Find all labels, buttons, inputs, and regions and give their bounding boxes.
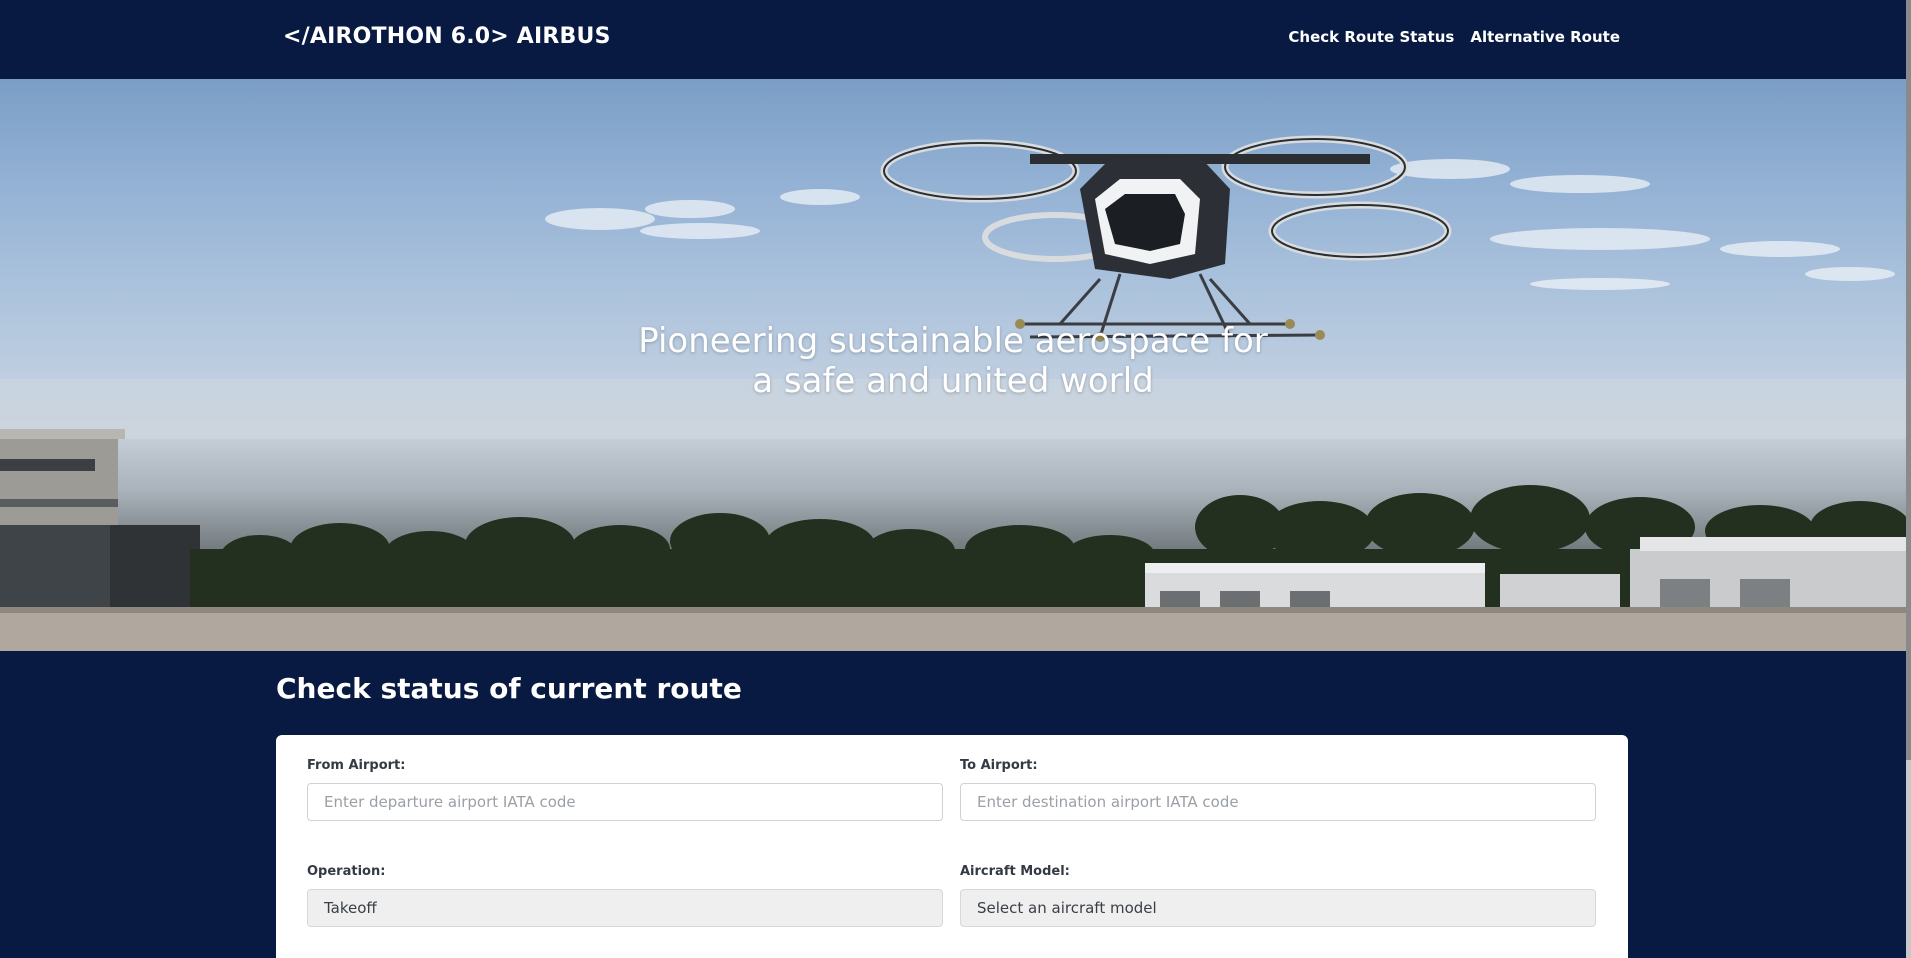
page-scrollbar[interactable] xyxy=(1906,0,1911,958)
to-airport-label: To Airport: xyxy=(960,758,1038,773)
aircraft-model-field: Aircraft Model: Select an aircraft model xyxy=(960,864,1596,927)
top-navbar: </AIROTHON 6.0> AIRBUS Check Route Statu… xyxy=(0,0,1906,79)
nav-link-check-route-status[interactable]: Check Route Status xyxy=(1288,28,1454,46)
route-check-title: Check status of current route xyxy=(276,672,742,705)
operation-select[interactable]: Takeoff xyxy=(307,889,943,927)
operation-field: Operation: Takeoff xyxy=(307,864,943,927)
page: </AIROTHON 6.0> AIRBUS Check Route Statu… xyxy=(0,0,1911,958)
from-airport-input[interactable] xyxy=(307,783,943,821)
hero-tagline-line-2: a safe and united world xyxy=(752,361,1154,401)
hero-tagline: Pioneering sustainable aerospace for a s… xyxy=(0,321,1906,401)
aircraft-model-select[interactable]: Select an aircraft model xyxy=(960,889,1596,927)
from-airport-label: From Airport: xyxy=(307,758,406,773)
operation-label: Operation: xyxy=(307,864,386,879)
to-airport-field: To Airport: xyxy=(960,758,1596,821)
hero-banner: Pioneering sustainable aerospace for a s… xyxy=(0,79,1906,651)
to-airport-input[interactable] xyxy=(960,783,1596,821)
route-check-form: From Airport: To Airport: Operation: Tak… xyxy=(276,735,1628,958)
hero-tagline-line-1: Pioneering sustainable aerospace for xyxy=(638,321,1268,361)
nav-link-alternative-route[interactable]: Alternative Route xyxy=(1470,28,1620,46)
nav-links: Check Route Status Alternative Route xyxy=(1288,28,1620,46)
scrollbar-thumb[interactable] xyxy=(1906,0,1911,760)
brand-logo[interactable]: </AIROTHON 6.0> AIRBUS xyxy=(283,24,611,49)
from-airport-field: From Airport: xyxy=(307,758,943,821)
aircraft-model-label: Aircraft Model: xyxy=(960,864,1070,879)
